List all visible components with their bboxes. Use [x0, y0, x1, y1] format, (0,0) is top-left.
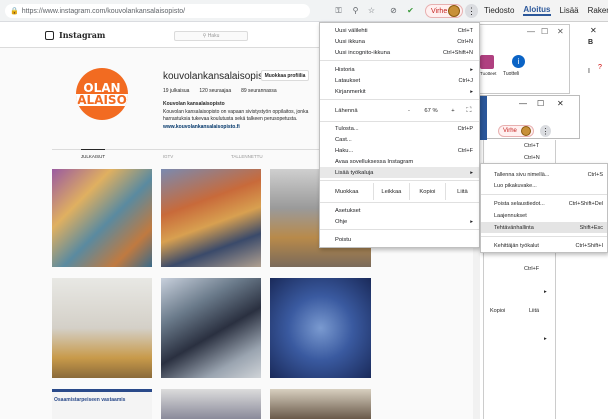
tab-file[interactable]: Tiedosto	[484, 6, 514, 15]
error-profile-button[interactable]: Virhe	[498, 125, 534, 137]
menu-item-help[interactable]: Ohje ▸	[320, 216, 479, 227]
post-tile[interactable]	[52, 278, 152, 378]
post-tile[interactable]	[161, 389, 261, 419]
menu-item-cast[interactable]: Cast...	[320, 134, 479, 145]
posts-count[interactable]: 19 julkaisua	[163, 88, 189, 94]
browser-toolbar: 🔒 https://www.instagram.com/kouvolankans…	[0, 0, 480, 22]
post-tile[interactable]	[161, 278, 261, 378]
chevron-right-icon: ▸	[470, 66, 473, 73]
menu-item-clear-data[interactable]: Poista selaustiedot... Ctrl+Shift+Del	[481, 198, 607, 209]
tab-insert[interactable]: Lisää	[560, 6, 579, 15]
app-icon[interactable]	[480, 55, 494, 69]
menu-item-settings[interactable]: Asetukset	[320, 205, 479, 216]
menu-dots-icon[interactable]: ⋮	[465, 4, 478, 18]
tab-design[interactable]: Rakenne	[588, 6, 608, 15]
zoom-icon[interactable]: ⚲	[350, 5, 361, 16]
bold-icon[interactable]: B	[588, 39, 593, 46]
zoom-in-button[interactable]: +	[445, 108, 461, 114]
post-tile[interactable]	[270, 278, 371, 378]
zoom-out-button[interactable]: -	[401, 108, 417, 114]
close-icon[interactable]: ✕	[557, 99, 564, 108]
chevron-right-icon: ▸	[470, 169, 473, 176]
menu-item-create-shortcut[interactable]: Luo pikakuvake...	[481, 180, 607, 191]
tab-posts[interactable]: JULKAISUT	[80, 149, 106, 161]
edit-profile-button[interactable]: Muokkaa profiilia	[261, 70, 309, 81]
camera-icon	[45, 30, 54, 40]
tab-igtv[interactable]: IGTV	[163, 150, 174, 161]
menu-item-open-app[interactable]: Avaa sovelluksessa Instagram	[320, 156, 479, 167]
chrome-main-menu: Uusi välilehti Ctrl+T Uusi ikkuna Ctrl+N U…	[319, 22, 480, 248]
zoom-row: Lähennä - 67 % + ⛶	[320, 102, 479, 119]
fullscreen-icon[interactable]: ⛶	[461, 107, 477, 115]
chevron-right-icon: ▸	[470, 88, 473, 95]
app-label: Tuotteet	[480, 71, 497, 76]
maximize-icon[interactable]: ☐	[541, 27, 548, 36]
chevron-right-icon: ▸	[544, 289, 547, 295]
close-icon[interactable]: ✕	[557, 27, 564, 36]
avatar	[448, 5, 460, 17]
info-icon[interactable]: i	[512, 55, 525, 68]
tab-home[interactable]: Aloitus	[523, 5, 551, 16]
menu-item-more-tools[interactable]: Lisää työkaluja ▸	[320, 167, 479, 178]
tab-saved[interactable]: TALLENNETTU	[231, 150, 263, 161]
menu-item-incognito[interactable]: Uusi incognito-ikkuna Ctrl+Shift+N	[320, 47, 479, 58]
profile-picture: OLAN ALAISO	[76, 68, 128, 120]
post-tile[interactable]: Osaamistarpeiseen vastaamis	[52, 389, 152, 419]
copy-button[interactable]: Kopioi	[408, 183, 445, 200]
more-tools-submenu: Tallenna sivu nimellä... Ctrl+S Luo pikak…	[480, 163, 608, 253]
menu-item-save-page[interactable]: Tallenna sivu nimellä... Ctrl+S	[481, 169, 607, 180]
edit-row: Muokkaa Leikkaa Kopioi Liitä	[320, 183, 479, 200]
address-bar[interactable]: 🔒 https://www.instagram.com/kouvolankans…	[5, 4, 310, 18]
extension-green-icon[interactable]: ✔	[405, 5, 416, 16]
profile-stats: 19 julkaisua 120 seuraajaa 89 seurannass…	[163, 88, 277, 94]
minimize-icon[interactable]: —	[527, 27, 535, 36]
lock-icon: 🔒	[10, 8, 19, 15]
chevron-right-icon: ▸	[470, 218, 473, 225]
star-icon[interactable]: ☆	[366, 5, 377, 16]
post-tile[interactable]	[52, 169, 152, 267]
instagram-logo[interactable]: Instagram	[45, 30, 105, 40]
error-profile-button[interactable]: Virhe	[425, 4, 463, 18]
following-count[interactable]: 89 seurannassa	[241, 88, 277, 94]
menu-item-find[interactable]: Haku... Ctrl+F	[320, 145, 479, 156]
extension-icon[interactable]: ⊘	[388, 5, 399, 16]
profile-username: kouvolankansalaisopisto	[163, 71, 272, 82]
minimize-icon[interactable]: —	[519, 99, 527, 108]
italic-icon[interactable]: I	[588, 68, 590, 75]
help-icon[interactable]: ?	[598, 64, 602, 71]
paste-button[interactable]: Liitä	[444, 183, 479, 200]
menu-item-print[interactable]: Tulosta... Ctrl+P	[320, 123, 479, 134]
info-label: Tuotteli	[503, 71, 520, 77]
menu-item-downloads[interactable]: Lataukset Ctrl+J	[320, 75, 479, 86]
maximize-icon[interactable]: ☐	[537, 99, 544, 108]
menu-item-task-manager[interactable]: Tehtävänhallinta Shift+Esc	[481, 222, 607, 233]
menu-item-extensions[interactable]: Laajennukset	[481, 210, 607, 221]
cut-button[interactable]: Leikkaa	[372, 183, 409, 200]
url-text: https://www.instagram.com/kouvolankansal…	[21, 7, 186, 15]
post-tile[interactable]	[270, 389, 371, 419]
menu-item-bookmarks[interactable]: Kirjanmerkit ▸	[320, 86, 479, 97]
zoom-level: 67 %	[424, 107, 438, 114]
menu-item-history[interactable]: Historia ▸	[320, 64, 479, 75]
search-input[interactable]: ⚲ Haku	[174, 31, 248, 41]
close-icon[interactable]: ✕	[590, 26, 597, 35]
chevron-right-icon: ▸	[544, 336, 547, 342]
menu-item-new-tab[interactable]: Uusi välilehti Ctrl+T	[320, 25, 479, 36]
word-ribbon-tabs: Tiedosto Aloitus Lisää Rakenne	[480, 0, 608, 22]
post-tile[interactable]	[161, 169, 261, 267]
avatar	[521, 126, 531, 136]
profile-bio: Kouvolan kansalaisopisto Kouvolan kansal…	[163, 101, 318, 131]
menu-item-exit[interactable]: Poistu	[320, 234, 479, 245]
menu-item-dev-tools[interactable]: Kehittäjän työkalut Ctrl+Shift+I	[481, 240, 607, 251]
followers-count[interactable]: 120 seuraajaa	[199, 88, 231, 94]
menu-dots-icon[interactable]: ⋮	[540, 125, 551, 137]
menu-item-new-window[interactable]: Uusi ikkuna Ctrl+N	[320, 36, 479, 47]
key-icon[interactable]: ⚿	[333, 5, 344, 16]
bio-link[interactable]: www.kouvolankansalaisopisto.fi	[163, 124, 318, 132]
